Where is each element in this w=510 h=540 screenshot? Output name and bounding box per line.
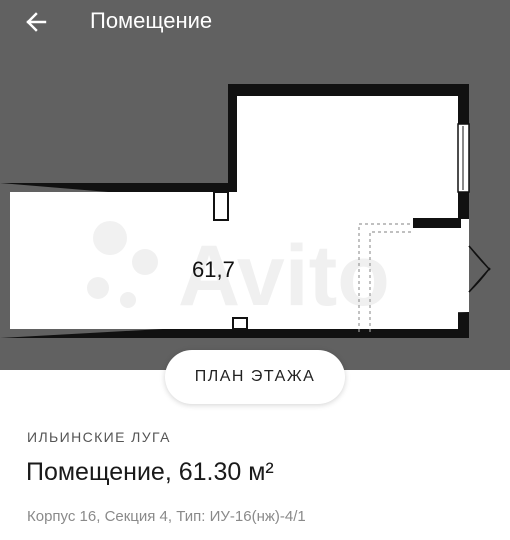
complex-name: ИЛЬИНСКИЕ ЛУГА: [27, 429, 171, 445]
area-label: 61,7: [192, 257, 235, 282]
floor-plan: Avito 61,7: [0, 84, 491, 338]
listing-details: Корпус 16, Секция 4, Тип: ИУ-16(нж)-4/1: [27, 508, 306, 525]
listing-title: Помещение, 61.30 м²: [26, 458, 274, 486]
arrow-left-icon: [26, 12, 47, 32]
inner-wall: [413, 218, 461, 228]
floor-plan-area: Avito 61,7 Помещение: [0, 0, 510, 370]
door: [468, 245, 491, 293]
floor-plan-button[interactable]: ПЛАН ЭТАЖА: [165, 350, 345, 404]
app-bar: Помещение: [0, 0, 510, 44]
back-button[interactable]: [20, 6, 52, 38]
page-title: Помещение: [90, 8, 213, 33]
column: [213, 191, 229, 221]
